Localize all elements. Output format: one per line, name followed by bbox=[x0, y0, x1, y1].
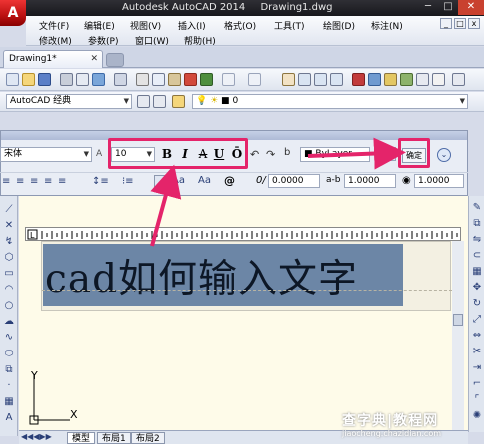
watermark: 查字典|教程网 jiaocheng.chazidian.com bbox=[342, 410, 482, 444]
watermark-main: 查字典|教程网 bbox=[342, 413, 439, 429]
up-arrow bbox=[150, 164, 182, 247]
right-arrow bbox=[307, 137, 406, 170]
watermark-sub: jiaocheng.chazidian.com bbox=[342, 429, 442, 438]
autocad-logo-icon[interactable]: A bbox=[0, 0, 26, 26]
autocad-window: Autodesk AutoCAD 2014 Drawing1.dwg ─ □ ✕… bbox=[0, 0, 484, 444]
annotation-arrows bbox=[150, 137, 406, 247]
